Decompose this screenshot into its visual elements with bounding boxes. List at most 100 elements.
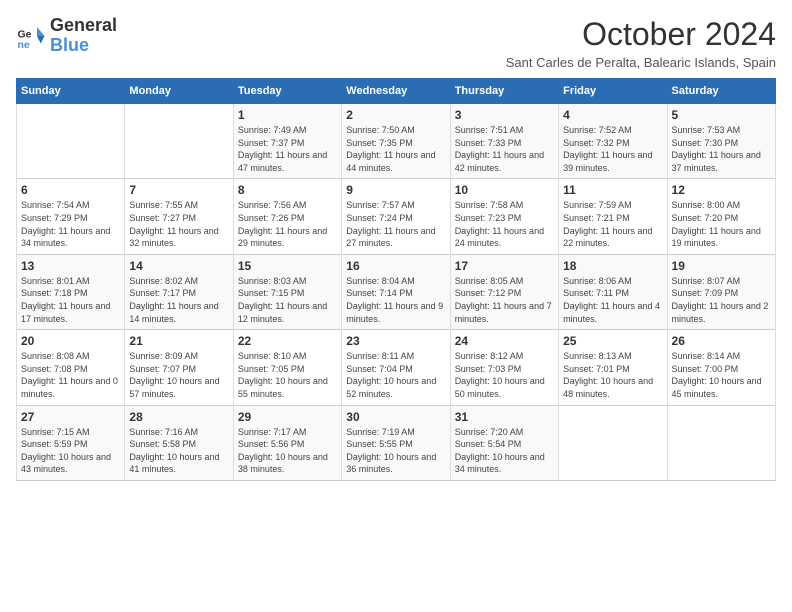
day-number: 17 (455, 259, 554, 273)
calendar-cell: 6 Sunrise: 7:54 AM Sunset: 7:29 PM Daylig… (17, 179, 125, 254)
day-number: 30 (346, 410, 445, 424)
day-number: 3 (455, 108, 554, 122)
logo-blue: Blue (50, 35, 89, 55)
day-info: Sunrise: 8:10 AM Sunset: 7:05 PM Dayligh… (238, 350, 337, 400)
day-number: 24 (455, 334, 554, 348)
calendar-week-row: 27 Sunrise: 7:15 AM Sunset: 5:59 PM Dayli… (17, 405, 776, 480)
day-number: 21 (129, 334, 228, 348)
weekday-header-thursday: Thursday (450, 79, 558, 104)
calendar-cell: 3Sunrise: 7:51 AM Sunset: 7:33 PM Daylig… (450, 104, 558, 179)
calendar-cell: 22 Sunrise: 8:10 AM Sunset: 7:05 PM Dayli… (233, 330, 341, 405)
calendar-cell: 5 Sunrise: 7:53 AM Sunset: 7:30 PM Daylig… (667, 104, 775, 179)
calendar-cell: 14 Sunrise: 8:02 AM Sunset: 7:17 PM Dayli… (125, 254, 233, 329)
day-number: 14 (129, 259, 228, 273)
calendar-cell: 7 Sunrise: 7:55 AM Sunset: 7:27 PM Daylig… (125, 179, 233, 254)
day-number: 25 (563, 334, 662, 348)
day-number: 19 (672, 259, 771, 273)
day-info: Sunrise: 8:12 AM Sunset: 7:03 PM Dayligh… (455, 350, 554, 400)
calendar-cell: 26Sunrise: 8:14 AM Sunset: 7:00 PM Dayli… (667, 330, 775, 405)
day-number: 16 (346, 259, 445, 273)
day-number: 26 (672, 334, 771, 348)
calendar-cell: 28Sunrise: 7:16 AM Sunset: 5:58 PM Dayli… (125, 405, 233, 480)
day-number: 20 (21, 334, 120, 348)
day-number: 23 (346, 334, 445, 348)
weekday-header-sunday: Sunday (17, 79, 125, 104)
calendar-cell: 13 Sunrise: 8:01 AM Sunset: 7:18 PM Dayli… (17, 254, 125, 329)
calendar-week-row: 6 Sunrise: 7:54 AM Sunset: 7:29 PM Daylig… (17, 179, 776, 254)
calendar-cell: 4Sunrise: 7:52 AM Sunset: 7:32 PM Daylig… (559, 104, 667, 179)
day-number: 2 (346, 108, 445, 122)
day-info: Sunrise: 7:55 AM Sunset: 7:27 PM Dayligh… (129, 199, 228, 249)
calendar-cell: 1Sunrise: 7:49 AM Sunset: 7:37 PM Daylig… (233, 104, 341, 179)
day-number: 6 (21, 183, 120, 197)
calendar-cell: 18Sunrise: 8:06 AM Sunset: 7:11 PM Dayli… (559, 254, 667, 329)
logo-text: General Blue (50, 16, 117, 56)
day-number: 5 (672, 108, 771, 122)
logo-general: General (50, 15, 117, 35)
day-info: Sunrise: 8:04 AM Sunset: 7:14 PM Dayligh… (346, 275, 445, 325)
day-number: 9 (346, 183, 445, 197)
day-info: Sunrise: 7:54 AM Sunset: 7:29 PM Dayligh… (21, 199, 120, 249)
weekday-header-monday: Monday (125, 79, 233, 104)
calendar-cell: 20 Sunrise: 8:08 AM Sunset: 7:08 PM Dayli… (17, 330, 125, 405)
calendar-cell: 30 Sunrise: 7:19 AM Sunset: 5:55 PM Dayli… (342, 405, 450, 480)
calendar-cell: 15 Sunrise: 8:03 AM Sunset: 7:15 PM Dayli… (233, 254, 341, 329)
day-info: Sunrise: 8:08 AM Sunset: 7:08 PM Dayligh… (21, 350, 120, 400)
calendar-cell: 27 Sunrise: 7:15 AM Sunset: 5:59 PM Dayli… (17, 405, 125, 480)
calendar-week-row: 1Sunrise: 7:49 AM Sunset: 7:37 PM Daylig… (17, 104, 776, 179)
day-info: Sunrise: 8:03 AM Sunset: 7:15 PM Dayligh… (238, 275, 337, 325)
calendar-cell: 25 Sunrise: 8:13 AM Sunset: 7:01 PM Dayli… (559, 330, 667, 405)
day-info: Sunrise: 8:13 AM Sunset: 7:01 PM Dayligh… (563, 350, 662, 400)
calendar-cell: 12Sunrise: 8:00 AM Sunset: 7:20 PM Dayli… (667, 179, 775, 254)
calendar-cell: 19 Sunrise: 8:07 AM Sunset: 7:09 PM Dayli… (667, 254, 775, 329)
calendar-cell: 23Sunrise: 8:11 AM Sunset: 7:04 PM Dayli… (342, 330, 450, 405)
day-number: 8 (238, 183, 337, 197)
day-info: Sunrise: 7:50 AM Sunset: 7:35 PM Dayligh… (346, 124, 445, 174)
day-info: Sunrise: 7:58 AM Sunset: 7:23 PM Dayligh… (455, 199, 554, 249)
weekday-header-friday: Friday (559, 79, 667, 104)
logo-icon: Ge ne (16, 21, 46, 51)
weekday-header-tuesday: Tuesday (233, 79, 341, 104)
day-number: 13 (21, 259, 120, 273)
day-info: Sunrise: 7:15 AM Sunset: 5:59 PM Dayligh… (21, 426, 120, 476)
header: Ge ne General Blue October 2024 Sant Car… (16, 16, 776, 70)
day-info: Sunrise: 8:06 AM Sunset: 7:11 PM Dayligh… (563, 275, 662, 325)
calendar-cell: 2 Sunrise: 7:50 AM Sunset: 7:35 PM Daylig… (342, 104, 450, 179)
calendar-cell: 17Sunrise: 8:05 AM Sunset: 7:12 PM Dayli… (450, 254, 558, 329)
calendar-cell: 10Sunrise: 7:58 AM Sunset: 7:23 PM Dayli… (450, 179, 558, 254)
weekday-header-row: SundayMondayTuesdayWednesdayThursdayFrid… (17, 79, 776, 104)
day-number: 12 (672, 183, 771, 197)
calendar-cell (667, 405, 775, 480)
day-info: Sunrise: 8:02 AM Sunset: 7:17 PM Dayligh… (129, 275, 228, 325)
calendar-cell (125, 104, 233, 179)
calendar-table: SundayMondayTuesdayWednesdayThursdayFrid… (16, 78, 776, 481)
day-info: Sunrise: 8:07 AM Sunset: 7:09 PM Dayligh… (672, 275, 771, 325)
day-info: Sunrise: 7:16 AM Sunset: 5:58 PM Dayligh… (129, 426, 228, 476)
weekday-header-wednesday: Wednesday (342, 79, 450, 104)
day-number: 15 (238, 259, 337, 273)
location-subtitle: Sant Carles de Peralta, Balearic Islands… (506, 55, 776, 70)
calendar-cell (559, 405, 667, 480)
calendar-cell: 29Sunrise: 7:17 AM Sunset: 5:56 PM Dayli… (233, 405, 341, 480)
day-info: Sunrise: 7:17 AM Sunset: 5:56 PM Dayligh… (238, 426, 337, 476)
day-info: Sunrise: 7:59 AM Sunset: 7:21 PM Dayligh… (563, 199, 662, 249)
day-info: Sunrise: 7:53 AM Sunset: 7:30 PM Dayligh… (672, 124, 771, 174)
calendar-cell: 24 Sunrise: 8:12 AM Sunset: 7:03 PM Dayli… (450, 330, 558, 405)
day-info: Sunrise: 7:19 AM Sunset: 5:55 PM Dayligh… (346, 426, 445, 476)
day-number: 31 (455, 410, 554, 424)
calendar-cell (17, 104, 125, 179)
day-info: Sunrise: 8:01 AM Sunset: 7:18 PM Dayligh… (21, 275, 120, 325)
day-number: 22 (238, 334, 337, 348)
day-number: 7 (129, 183, 228, 197)
day-info: Sunrise: 7:20 AM Sunset: 5:54 PM Dayligh… (455, 426, 554, 476)
title-area: October 2024 Sant Carles de Peralta, Bal… (506, 16, 776, 70)
svg-text:ne: ne (18, 39, 30, 51)
calendar-cell: 21 Sunrise: 8:09 AM Sunset: 7:07 PM Dayli… (125, 330, 233, 405)
calendar-week-row: 20 Sunrise: 8:08 AM Sunset: 7:08 PM Dayli… (17, 330, 776, 405)
calendar-cell: 31 Sunrise: 7:20 AM Sunset: 5:54 PM Dayli… (450, 405, 558, 480)
day-number: 27 (21, 410, 120, 424)
calendar-cell: 8Sunrise: 7:56 AM Sunset: 7:26 PM Daylig… (233, 179, 341, 254)
day-info: Sunrise: 8:09 AM Sunset: 7:07 PM Dayligh… (129, 350, 228, 400)
weekday-header-saturday: Saturday (667, 79, 775, 104)
calendar-week-row: 13 Sunrise: 8:01 AM Sunset: 7:18 PM Dayli… (17, 254, 776, 329)
